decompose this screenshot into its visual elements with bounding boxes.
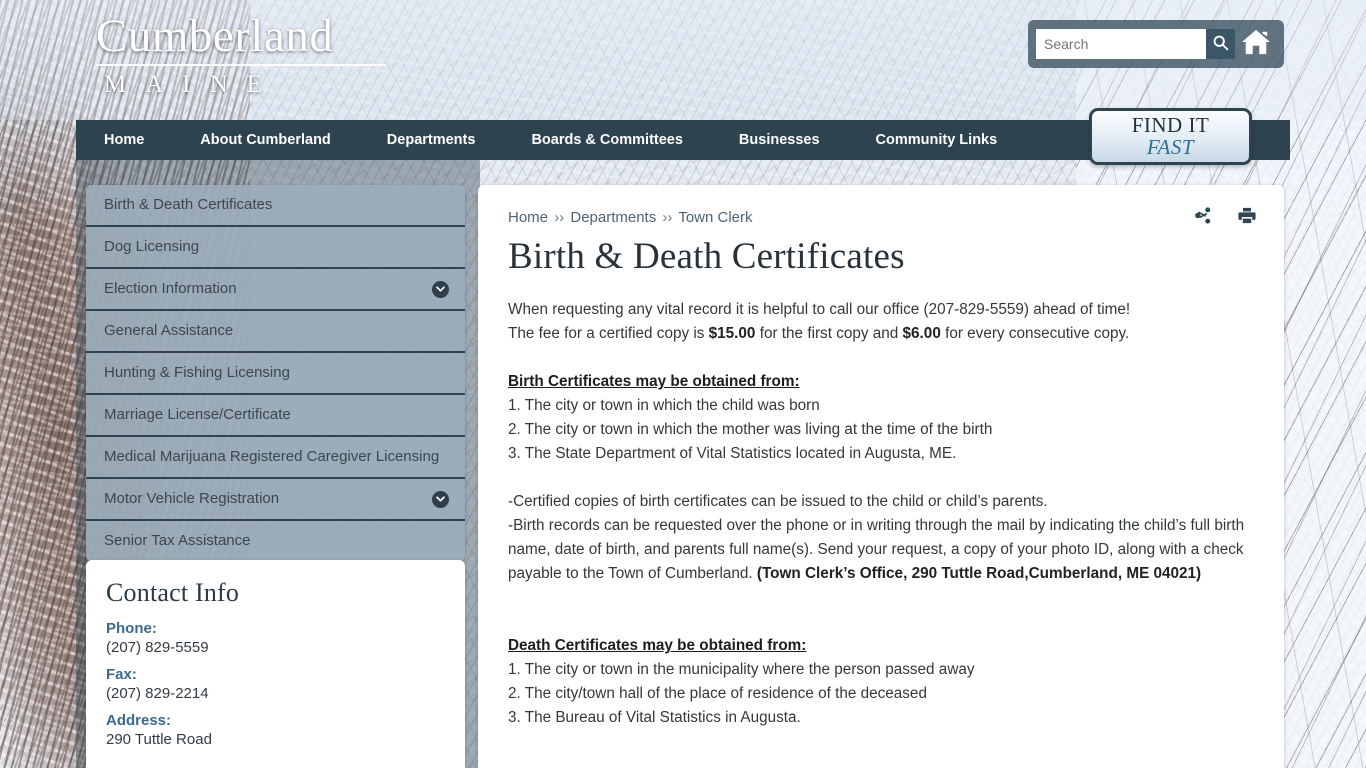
town-clerk-office-address: (Town Clerk’s Office, 290 Tuttle Road,Cu…	[756, 565, 1202, 582]
content-body: When requesting any vital record it is h…	[508, 298, 1254, 730]
sidebar-item-label: Motor Vehicle Registration	[104, 490, 280, 507]
birth-list-item: 3. The State Department of Vital Statist…	[508, 445, 957, 462]
sidebar-item-motor-vehicle-registration[interactable]: Motor Vehicle Registration	[86, 479, 465, 521]
sidebar-item-marriage-license-certificate[interactable]: Marriage License/Certificate	[86, 395, 465, 437]
fee-additional-copy: $6.00	[902, 325, 941, 342]
chevron-down-icon[interactable]	[432, 280, 449, 298]
sidebar-item-election-information[interactable]: Election Information	[86, 269, 465, 311]
sidebar-item-dog-licensing[interactable]: Dog Licensing	[86, 227, 465, 269]
site-logo-state: MAINE	[104, 71, 281, 98]
find-it-fast-line1: FIND IT	[1131, 113, 1210, 137]
fee-text-pre: The fee for a certified copy is	[508, 325, 709, 342]
sidebar-item-label: Election Information	[104, 280, 237, 297]
sidebar-item-birth-death-certificates[interactable]: Birth & Death Certificates	[86, 185, 465, 227]
page-title: Birth & Death Certificates	[508, 236, 905, 277]
fee-text-mid: for the first copy and	[755, 325, 903, 342]
search-input[interactable]	[1036, 29, 1206, 59]
death-list-item: 3. The Bureau of Vital Statistics in Aug…	[508, 709, 801, 726]
sidebar-item-label: Hunting & Fishing Licensing	[104, 364, 290, 381]
breadcrumb-item-town-clerk[interactable]: Town Clerk	[678, 209, 752, 226]
fee-first-copy: $15.00	[708, 325, 756, 342]
contact-address-value: 290 Tuttle Road	[106, 731, 212, 748]
sidebar-item-medical-marijuana-caregiver-licensing[interactable]: Medical Marijuana Registered Caregiver L…	[86, 437, 465, 479]
breadcrumb-item-departments[interactable]: Departments	[570, 209, 656, 226]
breadcrumb-separator: ››	[662, 209, 673, 226]
death-list-item: 2. The city/town hall of the place of re…	[508, 685, 927, 702]
nav-item-about[interactable]: About Cumberland	[172, 120, 359, 160]
contact-address-label: Address:	[106, 712, 172, 729]
nav-item-businesses[interactable]: Businesses	[711, 120, 848, 160]
birth-note-2: -Birth records can be requested over the…	[508, 514, 1254, 586]
contact-phone-label: Phone:	[106, 620, 157, 637]
chevron-down-icon[interactable]	[432, 490, 449, 508]
sidebar-item-senior-tax-assistance[interactable]: Senior Tax Assistance	[86, 521, 465, 561]
site-logo-rule	[96, 64, 386, 66]
nav-item-community-links[interactable]: Community Links	[848, 120, 1026, 160]
sidebar-item-general-assistance[interactable]: General Assistance	[86, 311, 465, 353]
birth-note-1: -Certified copies of birth certificates …	[508, 493, 1048, 510]
nav-item-departments[interactable]: Departments	[359, 120, 504, 160]
breadcrumb-item-home[interactable]: Home	[508, 209, 548, 226]
site-logo-word: Cumberland	[96, 10, 334, 62]
contact-phone-value: (207) 829-5559	[106, 639, 209, 656]
sidebar-item-label: Birth & Death Certificates	[104, 196, 273, 213]
contact-info-card: Contact Info Phone: (207) 829-5559 Fax: …	[86, 560, 465, 768]
birth-list-item: 1. The city or town in which the child w…	[508, 397, 820, 414]
sidebar-menu: Birth & Death Certificates Dog Licensing…	[86, 185, 465, 561]
breadcrumb: Home ›› Departments ›› Town Clerk	[508, 209, 1254, 226]
contact-fax-value: (207) 829-2214	[106, 685, 209, 702]
home-icon	[1241, 28, 1271, 61]
main-content-panel: Home ›› Departments ›› Town Clerk Birth …	[478, 185, 1284, 768]
death-list-item: 1. The city or town in the municipality …	[508, 661, 975, 678]
find-it-fast-button[interactable]: FIND IT FAST	[1089, 108, 1252, 165]
search-button[interactable]	[1206, 29, 1236, 59]
nav-item-home[interactable]: Home	[76, 120, 172, 160]
sidebar-item-label: Marriage License/Certificate	[104, 406, 291, 423]
share-icon[interactable]	[1195, 207, 1212, 229]
sidebar-item-label: Dog Licensing	[104, 238, 200, 255]
sidebar-item-hunting-fishing-licensing[interactable]: Hunting & Fishing Licensing	[86, 353, 465, 395]
search-icon	[1212, 34, 1229, 54]
contact-fax-label: Fax:	[106, 666, 137, 683]
birth-certificates-heading: Birth Certificates may be obtained from:	[508, 373, 800, 390]
site-logo[interactable]: Cumberland MAINE	[96, 10, 386, 99]
contact-info-heading: Contact Info	[106, 578, 240, 607]
find-it-fast-line2: FAST	[1146, 135, 1195, 159]
fee-text-post: for every consecutive copy.	[940, 325, 1130, 342]
intro-line-1: When requesting any vital record it is h…	[508, 301, 1131, 318]
sidebar-item-label: Medical Marijuana Registered Caregiver L…	[104, 448, 440, 465]
sidebar-item-label: General Assistance	[104, 322, 234, 339]
nav-item-boards[interactable]: Boards & Committees	[503, 120, 710, 160]
birth-list-item: 2. The city or town in which the mother …	[508, 421, 993, 438]
fee-line: The fee for a certified copy is $15.00 f…	[508, 322, 1254, 346]
search-panel	[1028, 20, 1284, 68]
sidebar-item-label: Senior Tax Assistance	[104, 532, 251, 549]
breadcrumb-separator: ››	[554, 209, 565, 226]
content-tools	[1195, 207, 1256, 229]
home-button[interactable]	[1235, 24, 1276, 64]
print-icon[interactable]	[1238, 207, 1256, 229]
death-certificates-heading: Death Certificates may be obtained from:	[508, 637, 807, 654]
